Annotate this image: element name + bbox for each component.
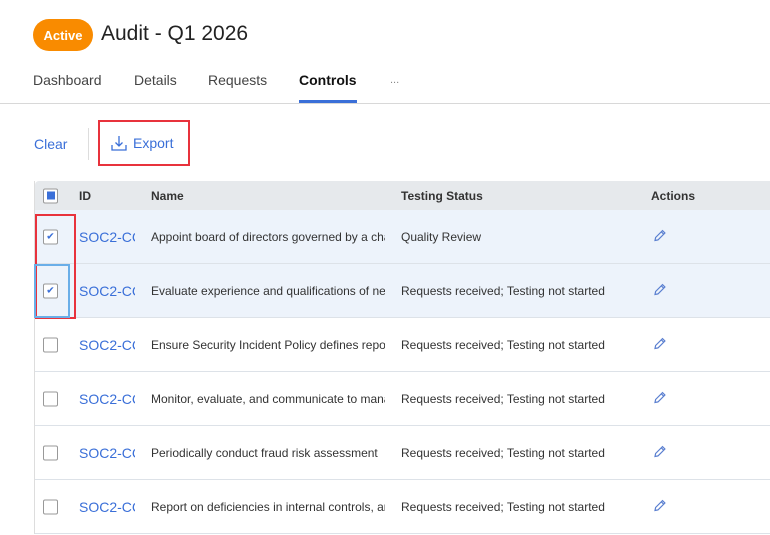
divider	[88, 128, 89, 160]
tab-more[interactable]: ...	[390, 74, 399, 86]
control-id-link[interactable]: SOC2-CC	[79, 283, 135, 299]
download-icon	[111, 136, 127, 151]
tab-dashboard[interactable]: Dashboard	[33, 72, 102, 88]
testing-status: Quality Review	[401, 229, 482, 244]
table-row[interactable]: SOC2-CC Periodically conduct fraud risk …	[35, 426, 770, 480]
control-name: Report on deficiencies in internal contr…	[151, 499, 385, 514]
tab-details[interactable]: Details	[134, 72, 177, 88]
table-header: ID Name Testing Status Actions	[35, 181, 770, 210]
export-label: Export	[133, 135, 174, 151]
control-id-link[interactable]: SOC2-CC	[79, 499, 135, 515]
column-testing-status[interactable]: Testing Status	[401, 189, 483, 203]
tab-bar: Dashboard Details Requests Controls ...	[0, 0, 770, 104]
export-button[interactable]: Export	[98, 120, 190, 166]
edit-icon[interactable]	[653, 390, 667, 407]
control-name: Periodically conduct fraud risk assessme…	[151, 445, 378, 460]
row-checkbox[interactable]	[43, 499, 58, 514]
edit-icon[interactable]	[653, 498, 667, 515]
column-id[interactable]: ID	[79, 189, 91, 203]
clear-button[interactable]: Clear	[34, 136, 67, 152]
control-id-link[interactable]: SOC2-CC	[79, 391, 135, 407]
edit-icon[interactable]	[653, 444, 667, 461]
tab-requests[interactable]: Requests	[208, 72, 267, 88]
edit-icon[interactable]	[653, 228, 667, 245]
edit-icon[interactable]	[653, 336, 667, 353]
column-actions: Actions	[651, 188, 696, 203]
table-row[interactable]: ✔ SOC2-CC Appoint board of directors gov…	[35, 210, 770, 264]
control-name: Appoint board of directors governed by a…	[151, 229, 385, 244]
testing-status: Requests received; Testing not started	[401, 391, 605, 406]
edit-icon[interactable]	[653, 282, 667, 299]
table-row[interactable]: SOC2-CC Ensure Security Incident Policy …	[35, 318, 770, 372]
control-name: Monitor, evaluate, and communicate to ma…	[151, 391, 385, 406]
control-name: Evaluate experience and qualifications o…	[151, 283, 385, 298]
column-name[interactable]: Name	[151, 189, 184, 203]
control-id-link[interactable]: SOC2-CC	[79, 337, 135, 353]
control-id-link[interactable]: SOC2-CC	[79, 445, 135, 461]
row-checkbox[interactable]	[43, 337, 58, 352]
testing-status: Requests received; Testing not started	[401, 499, 605, 514]
table-row[interactable]: ✔ SOC2-CC Evaluate experience and qualif…	[35, 264, 770, 318]
focus-box	[34, 264, 70, 318]
controls-table: ID Name Testing Status Actions ✔ SOC2-CC…	[34, 181, 770, 534]
testing-status: Requests received; Testing not started	[401, 337, 605, 352]
testing-status: Requests received; Testing not started	[401, 283, 605, 298]
testing-status: Requests received; Testing not started	[401, 445, 605, 460]
status-badge: Active	[33, 19, 93, 51]
page-title: Audit - Q1 2026	[101, 22, 249, 45]
control-id-link[interactable]: SOC2-CC	[79, 229, 135, 245]
tab-controls[interactable]: Controls	[299, 72, 357, 103]
row-checkbox[interactable]	[43, 391, 58, 406]
table-row[interactable]: SOC2-CC Monitor, evaluate, and communica…	[35, 372, 770, 426]
select-all-checkbox[interactable]	[43, 188, 58, 203]
row-checkbox[interactable]	[43, 445, 58, 460]
table-row[interactable]: SOC2-CC Report on deficiencies in intern…	[35, 480, 770, 534]
control-name: Ensure Security Incident Policy defines …	[151, 337, 385, 352]
